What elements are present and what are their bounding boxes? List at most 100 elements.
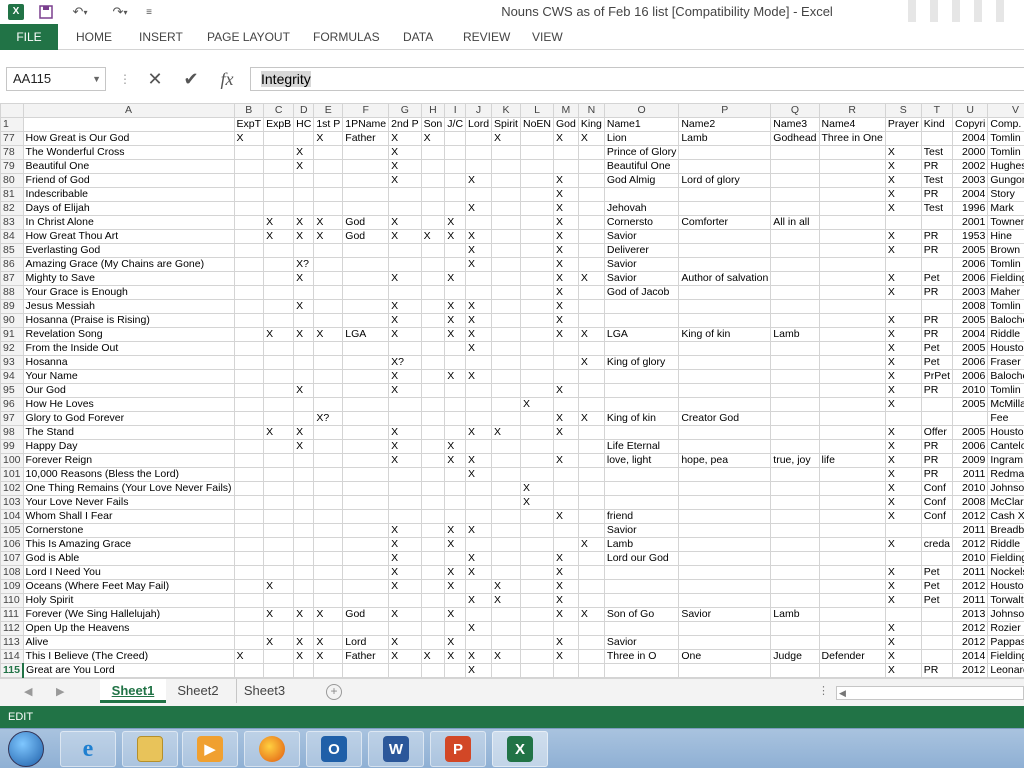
cell-g95[interactable]: X [388, 383, 422, 398]
cell-n106[interactable]: X [577, 537, 605, 552]
cell-e94[interactable] [313, 369, 344, 384]
cell-t109[interactable]: Pet [920, 579, 954, 594]
cell-f110[interactable] [342, 593, 390, 608]
cell-g104[interactable] [388, 509, 422, 524]
cell-u112[interactable]: 2012 [952, 621, 989, 636]
cell-b79[interactable] [233, 159, 265, 174]
cell-q106[interactable] [770, 537, 820, 552]
cell-l112[interactable] [519, 621, 555, 636]
cell-s108[interactable]: X [884, 565, 922, 580]
cell-f86[interactable] [342, 257, 390, 272]
cell-i92[interactable] [444, 341, 467, 356]
cell-l106[interactable] [519, 537, 555, 552]
cell-u113[interactable]: 2012 [952, 635, 989, 650]
cell-k78[interactable] [491, 145, 521, 160]
cell-r83[interactable] [818, 215, 886, 230]
cell-l83[interactable] [519, 215, 555, 230]
cell-l108[interactable] [519, 565, 555, 580]
cell-f95[interactable] [342, 383, 390, 398]
cell-o80[interactable]: God Almig [603, 173, 680, 188]
cell-d112[interactable] [293, 621, 315, 636]
cell-a92[interactable]: From the Inside Out [22, 341, 235, 356]
cell-v79[interactable]: Hughes [987, 159, 1024, 174]
cell-t100[interactable]: PR [920, 453, 954, 468]
cell-r87[interactable] [818, 271, 886, 286]
cell-m98[interactable]: X [553, 425, 579, 440]
powerpoint-icon[interactable]: P [430, 731, 486, 767]
row-header[interactable]: 102 [0, 481, 24, 496]
cell-u110[interactable]: 2011 [952, 593, 989, 608]
cell-q101[interactable] [770, 467, 820, 482]
cell-f90[interactable] [342, 313, 390, 328]
cell-b100[interactable] [233, 453, 265, 468]
cell-t108[interactable]: Pet [920, 565, 954, 580]
cell-l98[interactable] [519, 425, 555, 440]
cell-p84[interactable] [678, 229, 772, 244]
cell-v107[interactable]: Fielding [987, 551, 1024, 566]
cell-j78[interactable] [465, 145, 493, 160]
cell-r105[interactable] [818, 523, 886, 538]
cell-a106[interactable]: This Is Amazing Grace [22, 537, 235, 552]
cell-table[interactable]: ABCDEFGHIJKLMNOPQRSTUVW 1ExpTExpBHC1st P… [0, 103, 1024, 678]
column-header-o[interactable]: O [603, 103, 680, 118]
column-header-s[interactable]: S [884, 103, 922, 118]
cell-k85[interactable] [491, 243, 521, 258]
cell-f107[interactable] [342, 551, 390, 566]
cell-r110[interactable] [818, 593, 886, 608]
row-header[interactable]: 82 [0, 201, 24, 216]
cell-n113[interactable] [577, 635, 605, 650]
cell-t111[interactable] [920, 607, 954, 622]
cell-s105[interactable] [884, 523, 922, 538]
cell-t86[interactable] [920, 257, 954, 272]
cell-s107[interactable] [884, 551, 922, 566]
cell-t92[interactable]: Pet [920, 341, 954, 356]
cell-b89[interactable] [233, 299, 265, 314]
cell-b93[interactable] [233, 355, 265, 370]
cell-q89[interactable] [770, 299, 820, 314]
cell-u1[interactable]: Copyri [952, 117, 989, 132]
cell-i86[interactable] [444, 257, 467, 272]
row-header[interactable]: 106 [0, 537, 24, 552]
cell-v1[interactable]: Comp. 1 [987, 117, 1024, 132]
cell-c88[interactable] [263, 285, 295, 300]
cell-e96[interactable] [313, 397, 344, 412]
cell-o98[interactable] [603, 425, 680, 440]
cell-a84[interactable]: How Great Thou Art [22, 229, 235, 244]
cell-t112[interactable] [920, 621, 954, 636]
add-sheet-icon[interactable]: + [326, 684, 342, 700]
row-header[interactable]: 83 [0, 215, 24, 230]
row-header[interactable]: 112 [0, 621, 24, 636]
cell-j109[interactable] [465, 579, 493, 594]
cell-e79[interactable] [313, 159, 344, 174]
cell-b108[interactable] [233, 565, 265, 580]
cell-k99[interactable] [491, 439, 521, 454]
cell-b94[interactable] [233, 369, 265, 384]
cell-j95[interactable] [465, 383, 493, 398]
cell-m106[interactable] [553, 537, 579, 552]
cell-r82[interactable] [818, 201, 886, 216]
cell-g1[interactable]: 2nd P [388, 117, 422, 132]
cell-m95[interactable]: X [553, 383, 579, 398]
cell-j99[interactable] [465, 439, 493, 454]
row-header[interactable]: 99 [0, 439, 24, 454]
cell-i81[interactable] [444, 187, 467, 202]
cell-v85[interactable]: Brown [987, 243, 1024, 258]
cell-h115[interactable] [420, 663, 446, 678]
cell-g98[interactable]: X [388, 425, 422, 440]
cell-b115[interactable] [233, 663, 265, 678]
cell-c109[interactable]: X [263, 579, 295, 594]
cell-l113[interactable] [519, 635, 555, 650]
cell-v81[interactable]: Story [987, 187, 1024, 202]
cell-j112[interactable]: X [465, 621, 493, 636]
cell-g101[interactable] [388, 467, 422, 482]
cell-u106[interactable]: 2012 [952, 537, 989, 552]
cell-h83[interactable] [420, 215, 446, 230]
cell-i88[interactable] [444, 285, 467, 300]
cell-o115[interactable] [603, 663, 680, 678]
cell-k81[interactable] [491, 187, 521, 202]
cell-m114[interactable]: X [553, 649, 579, 664]
cell-u90[interactable]: 2005 [952, 313, 989, 328]
cell-n98[interactable] [577, 425, 605, 440]
cell-c98[interactable]: X [263, 425, 295, 440]
cell-k114[interactable]: X [491, 649, 521, 664]
